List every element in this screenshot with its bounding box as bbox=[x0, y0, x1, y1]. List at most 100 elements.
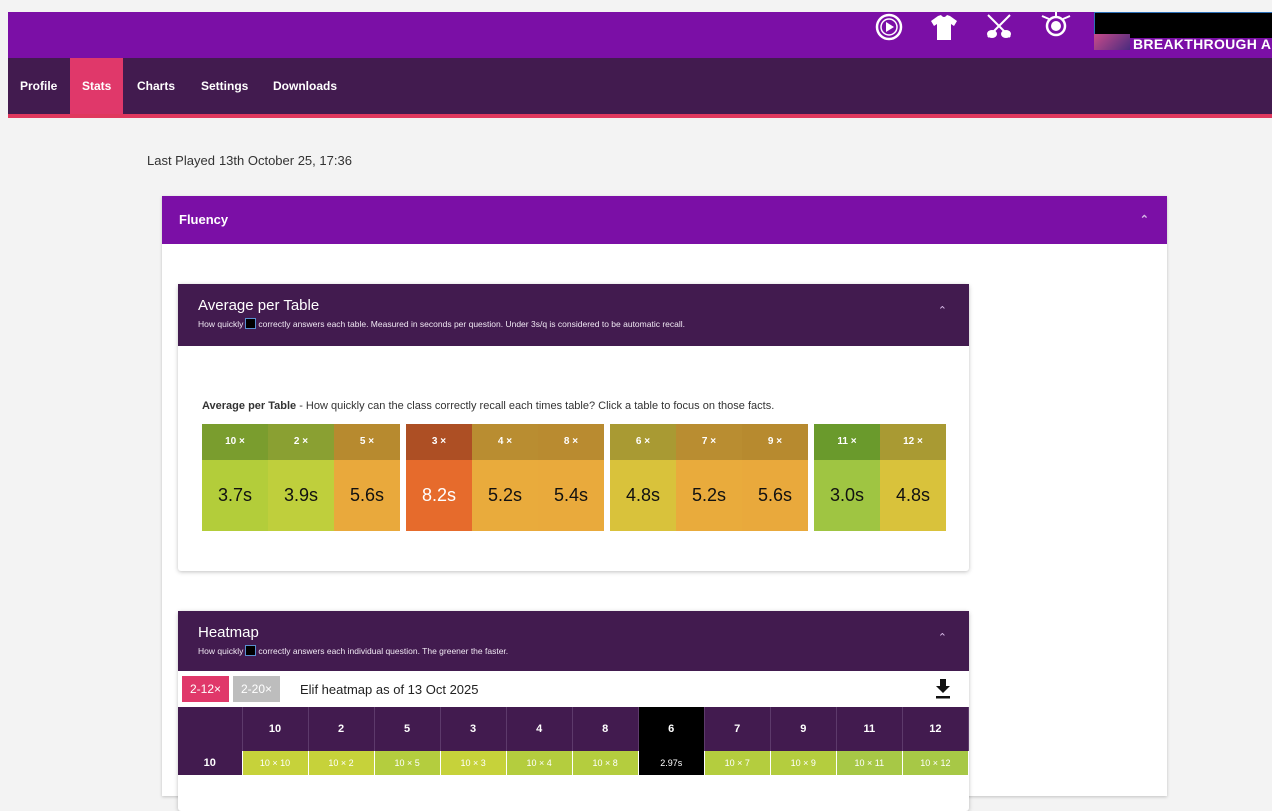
times-table-average: 5.6s bbox=[742, 460, 808, 531]
heatmap-column-header[interactable]: 3 bbox=[440, 707, 507, 751]
average-caption-bold: Average per Table bbox=[202, 400, 297, 412]
last-played: Last Played 13th October 25, 17:36 bbox=[147, 153, 352, 168]
average-caption-text: - How quickly can the class correctly re… bbox=[296, 400, 775, 412]
heatmap-header[interactable]: Heatmap How quickly correctly answers eac… bbox=[178, 611, 969, 671]
times-table-tile[interactable]: 9 × 5.6s bbox=[742, 424, 808, 531]
heatmap-cell[interactable]: 10 × 10 bbox=[242, 751, 309, 775]
times-table-tile[interactable]: 3 × 8.2s bbox=[406, 424, 472, 531]
times-table-average: 4.8s bbox=[610, 460, 676, 531]
redacted-name bbox=[245, 318, 257, 329]
last-played-value: 13th October 25, 17:36 bbox=[218, 153, 352, 168]
heatmap-cell[interactable]: 2.97s bbox=[638, 751, 705, 775]
heatmap-cell[interactable]: 10 × 8 bbox=[572, 751, 639, 775]
tshirt-icon[interactable] bbox=[930, 12, 958, 42]
times-table-tile[interactable]: 5 × 5.6s bbox=[334, 424, 400, 531]
heatmap-column-header[interactable]: 8 bbox=[572, 707, 639, 751]
fluency-title: Fluency bbox=[179, 212, 229, 227]
redacted-name bbox=[245, 645, 257, 656]
table-group: 10 × 3.7s 2 × 3.9s 5 × 5.6s bbox=[202, 424, 400, 531]
heatmap-column-header[interactable]: 11 bbox=[836, 707, 903, 751]
times-table-tile[interactable]: 11 × 3.0s bbox=[814, 424, 880, 531]
heatmap-column-header[interactable]: 9 bbox=[770, 707, 837, 751]
range-2-20-button[interactable]: 2-20× bbox=[233, 676, 281, 702]
heatmap-cell[interactable]: 10 × 11 bbox=[836, 751, 903, 775]
heatmap-column-header[interactable]: 2 bbox=[308, 707, 375, 751]
times-table-average: 5.2s bbox=[472, 460, 538, 531]
times-table-tile[interactable]: 12 × 4.8s bbox=[880, 424, 946, 531]
guitars-icon[interactable] bbox=[984, 12, 1014, 42]
chevron-up-icon[interactable]: ⌃ bbox=[938, 304, 947, 317]
heatmap-cell[interactable]: 10 × 3 bbox=[440, 751, 507, 775]
average-caption: Average per Table - How quickly can the … bbox=[202, 400, 774, 412]
table-group: 3 × 8.2s 4 × 5.2s 8 × 5.4s bbox=[406, 424, 604, 531]
brand-logo bbox=[1094, 34, 1130, 50]
heatmap-cell[interactable]: 10 × 12 bbox=[902, 751, 970, 775]
times-table-tile[interactable]: 7 × 5.2s bbox=[676, 424, 742, 531]
heatmap-toolbar: 2-12× 2-20× Elif heatmap as of 13 Oct 20… bbox=[178, 671, 969, 707]
range-2-12-button[interactable]: 2-12× bbox=[182, 676, 230, 702]
last-played-label: Last Played bbox=[147, 153, 215, 168]
times-table-label: 2 × bbox=[268, 424, 334, 460]
heatmap-cell[interactable]: 10 × 9 bbox=[770, 751, 837, 775]
heatmap-row-header[interactable]: 10 bbox=[178, 751, 243, 775]
times-table-label: 8 × bbox=[538, 424, 604, 460]
times-table-label: 11 × bbox=[814, 424, 880, 460]
heatmap-column-header[interactable]: 5 bbox=[374, 707, 441, 751]
subtitle-part-2: correctly answers each individual questi… bbox=[258, 646, 509, 656]
times-table-label: 6 × bbox=[610, 424, 676, 460]
times-table-tile[interactable]: 4 × 5.2s bbox=[472, 424, 538, 531]
drum-kit-icon[interactable] bbox=[1040, 12, 1072, 42]
table-groups: 10 × 3.7s 2 × 3.9s 5 × 5.6s 3 × 8.2s 4 × 5.2s 8 × 5… bbox=[202, 424, 946, 531]
heatmap-heading: Elif heatmap as of 13 Oct 2025 bbox=[300, 682, 479, 697]
times-table-label: 4 × bbox=[472, 424, 538, 460]
heatmap-cell[interactable]: 10 × 2 bbox=[308, 751, 375, 775]
heatmap-corner bbox=[178, 707, 243, 751]
nav-charts[interactable]: Charts bbox=[125, 58, 187, 114]
times-table-average: 5.2s bbox=[676, 460, 742, 531]
heatmap-column-header[interactable]: 6 bbox=[638, 707, 705, 751]
chevron-up-icon[interactable]: ⌃ bbox=[938, 631, 947, 644]
heatmap-column-header[interactable]: 10 bbox=[242, 707, 309, 751]
heatmap-card: Heatmap How quickly correctly answers eac… bbox=[178, 611, 970, 811]
times-table-label: 3 × bbox=[406, 424, 472, 460]
heatmap-title: Heatmap bbox=[198, 624, 259, 641]
fluency-header[interactable]: Fluency ⌃ bbox=[162, 196, 1167, 244]
nav-bar: Profile Stats Charts Settings Downloads bbox=[8, 58, 1272, 118]
times-table-label: 5 × bbox=[334, 424, 400, 460]
heatmap-cell[interactable]: 10 × 7 bbox=[704, 751, 771, 775]
times-table-label: 9 × bbox=[742, 424, 808, 460]
nav-stats[interactable]: Stats bbox=[70, 58, 124, 114]
average-per-table-header[interactable]: Average per Table How quickly correctly a… bbox=[178, 284, 969, 346]
nav-downloads[interactable]: Downloads bbox=[261, 58, 349, 114]
subtitle-part-2: correctly answers each table. Measured i… bbox=[258, 319, 685, 329]
chevron-up-icon[interactable]: ⌃ bbox=[1140, 196, 1149, 244]
subtitle-part-1: How quickly bbox=[198, 319, 244, 329]
times-table-label: 7 × bbox=[676, 424, 742, 460]
average-per-table-subtitle: How quickly correctly answers each table.… bbox=[198, 318, 949, 329]
brand[interactable]: BREAKTHROUGH ARTS bbox=[1087, 12, 1272, 56]
nav-profile[interactable]: Profile bbox=[8, 58, 69, 114]
play-circle-icon[interactable] bbox=[874, 12, 904, 42]
heatmap-subtitle: How quickly correctly answers each indivi… bbox=[198, 645, 949, 656]
average-per-table-card: Average per Table How quickly correctly a… bbox=[178, 284, 969, 571]
top-bar: BREAKTHROUGH ARTS bbox=[8, 12, 1272, 58]
times-table-tile[interactable]: 10 × 3.7s bbox=[202, 424, 268, 531]
heatmap-table: 10 2 5 3 4 8 6 7 9 11 12 10 10 × 10 10 × 2 10 × 5 10 ×… bbox=[178, 707, 970, 775]
nav-settings[interactable]: Settings bbox=[189, 58, 260, 114]
heatmap-cell[interactable]: 10 × 4 bbox=[506, 751, 573, 775]
times-table-tile[interactable]: 8 × 5.4s bbox=[538, 424, 604, 531]
heatmap-column-header[interactable]: 12 bbox=[902, 707, 970, 751]
times-table-average: 5.6s bbox=[334, 460, 400, 531]
heatmap-row: 10 10 × 10 10 × 2 10 × 5 10 × 3 10 × 4 10 × 82… bbox=[178, 751, 970, 775]
times-table-tile[interactable]: 6 × 4.8s bbox=[610, 424, 676, 531]
heatmap-cell[interactable]: 10 × 5 bbox=[374, 751, 441, 775]
times-table-label: 12 × bbox=[880, 424, 946, 460]
times-table-average: 3.0s bbox=[814, 460, 880, 531]
times-table-average: 3.9s bbox=[268, 460, 334, 531]
times-table-average: 3.7s bbox=[202, 460, 268, 531]
times-table-tile[interactable]: 2 × 3.9s bbox=[268, 424, 334, 531]
download-icon[interactable] bbox=[935, 677, 951, 704]
heatmap-column-header[interactable]: 7 bbox=[704, 707, 771, 751]
times-table-average: 8.2s bbox=[406, 460, 472, 531]
heatmap-column-header[interactable]: 4 bbox=[506, 707, 573, 751]
